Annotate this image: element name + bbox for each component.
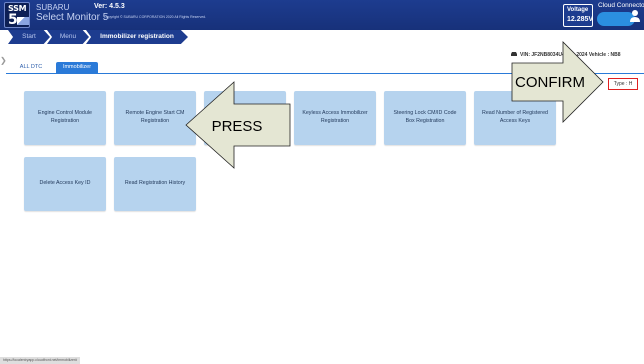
press-arrow: PRESS: [185, 81, 291, 169]
annotation-overlay: PRESS CONFIRM: [185, 41, 604, 169]
confirm-arrow: CONFIRM: [511, 41, 604, 123]
press-arrow-label: PRESS: [212, 118, 263, 135]
status-bar-url: https://localentryapp.cloudfront.net/imm…: [0, 357, 81, 364]
confirm-arrow-label: CONFIRM: [515, 74, 585, 91]
